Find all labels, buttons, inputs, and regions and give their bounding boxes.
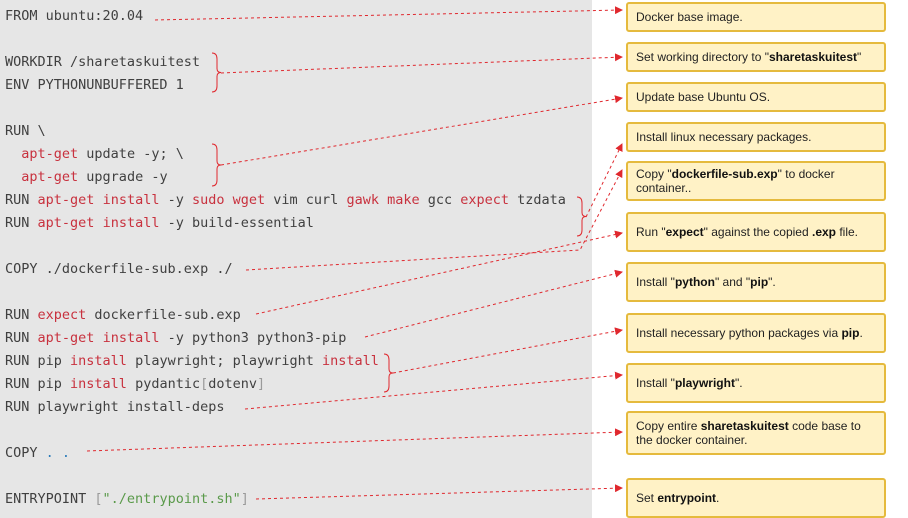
connector-line [245, 169, 623, 271]
note-text-part: ". [734, 376, 743, 390]
connector-line [220, 53, 623, 74]
note-emphasis: sharetaskuitest [768, 50, 858, 64]
note-emphasis: sharetaskuitest [700, 419, 789, 433]
note-box: Set working directory to "sharetaskuites… [626, 42, 886, 72]
note-text: Docker base image. [636, 10, 743, 24]
note-box: Set entrypoint. [626, 478, 886, 518]
note-text-part: " and " [714, 275, 751, 289]
connector-line [392, 327, 623, 374]
connector-line [585, 143, 623, 218]
connector-line [255, 484, 623, 500]
note-text: Set entrypoint. [636, 491, 719, 505]
note-box: Install "playwright". [626, 363, 886, 403]
connector-line [220, 95, 623, 166]
note-emphasis: python [674, 275, 715, 289]
note-emphasis: expect [665, 225, 704, 239]
note-text-part: Run " [636, 225, 666, 239]
note-text: Update base Ubuntu OS. [636, 90, 770, 104]
note-text-part: Install linux necessary packages. [636, 130, 812, 144]
note-box: Docker base image. [626, 2, 886, 32]
note-text: Copy "dockerfile-sub.exp" to docker cont… [636, 167, 878, 195]
note-text-part: Set [636, 491, 658, 505]
note-text-part: " [857, 50, 862, 64]
connector-line [86, 428, 623, 452]
note-text-part: Update base Ubuntu OS. [636, 90, 771, 104]
note-emphasis: pip [841, 326, 860, 340]
note-box: Copy "dockerfile-sub.exp" to docker cont… [626, 161, 886, 201]
note-text: Install necessary python packages via pi… [636, 326, 863, 340]
connector-line [154, 6, 623, 21]
note-text-part: . [716, 491, 720, 505]
note-emphasis: .exp [811, 225, 836, 239]
note-text-part: Copy entire [636, 419, 701, 433]
note-box: Install "python" and "pip". [626, 262, 886, 302]
note-box: Update base Ubuntu OS. [626, 82, 886, 112]
note-text: Copy entire sharetaskuitest code base to… [636, 419, 878, 447]
note-text-part: Copy " [636, 167, 672, 181]
note-text: Install "playwright". [636, 376, 743, 390]
note-text-part: file. [836, 225, 859, 239]
note-emphasis: entrypoint [657, 491, 717, 505]
brace-pip [383, 353, 394, 393]
brace-update [211, 143, 222, 187]
note-text: Install linux necessary packages. [636, 130, 811, 144]
note-text-part: Install " [636, 376, 675, 390]
note-text-part: " against the copied [703, 225, 812, 239]
note-box: Copy entire sharetaskuitest code base to… [626, 411, 886, 455]
note-emphasis: pip [750, 275, 769, 289]
connector-line [255, 230, 623, 315]
note-text: Install "python" and "pip". [636, 275, 776, 289]
brace-workdir [211, 52, 222, 93]
note-text-part: ". [768, 275, 776, 289]
note-box: Install linux necessary packages. [626, 122, 886, 152]
note-text-part: Docker base image. [636, 10, 743, 24]
note-box: Install necessary python packages via pi… [626, 313, 886, 353]
brace-install [576, 196, 587, 237]
connector-line [244, 371, 623, 410]
note-text: Run "expect" against the copied .exp fil… [636, 225, 858, 239]
note-box: Run "expect" against the copied .exp fil… [626, 212, 886, 252]
note-text-part: . [859, 326, 863, 340]
note-text-part: Install " [636, 275, 675, 289]
note-text: Set working directory to "sharetaskuites… [636, 50, 861, 64]
note-emphasis: playwright [674, 376, 735, 390]
note-text-part: Set working directory to " [636, 50, 769, 64]
note-emphasis: dockerfile-sub.exp [671, 167, 778, 181]
note-text-part: Install necessary python packages via [636, 326, 842, 340]
